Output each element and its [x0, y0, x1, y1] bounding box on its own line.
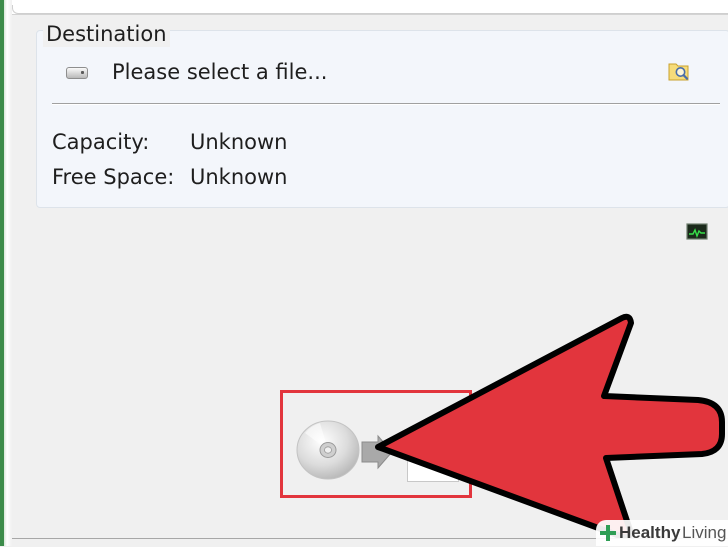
window-left-edge: [0, 0, 12, 546]
source-panel-bottom: [12, 0, 728, 15]
browse-folder-icon: [668, 63, 689, 81]
free-space-label: Free Space:: [52, 165, 175, 189]
source-panel-border: [12, 5, 728, 14]
capacity-label: Capacity:: [52, 130, 150, 154]
destination-file-text: Please select a file...: [112, 60, 328, 84]
file-icon: [407, 455, 459, 482]
free-space-value: Unknown: [190, 165, 288, 189]
disc-icon: [296, 420, 360, 480]
watermark: Healthy Living: [596, 520, 728, 546]
plus-logo-icon: [600, 525, 616, 541]
write-button[interactable]: [280, 390, 472, 498]
monitor-icon[interactable]: [686, 222, 708, 242]
destination-legend: Destination: [43, 21, 170, 47]
watermark-brand-light: Living: [682, 523, 727, 542]
watermark-brand-bold: Healthy: [619, 523, 681, 542]
drive-icon: [66, 67, 88, 79]
browse-destination-button[interactable]: [666, 58, 692, 84]
divider: [52, 103, 720, 105]
capacity-value: Unknown: [190, 130, 288, 154]
monitor-icon-graphic: [686, 223, 708, 240]
